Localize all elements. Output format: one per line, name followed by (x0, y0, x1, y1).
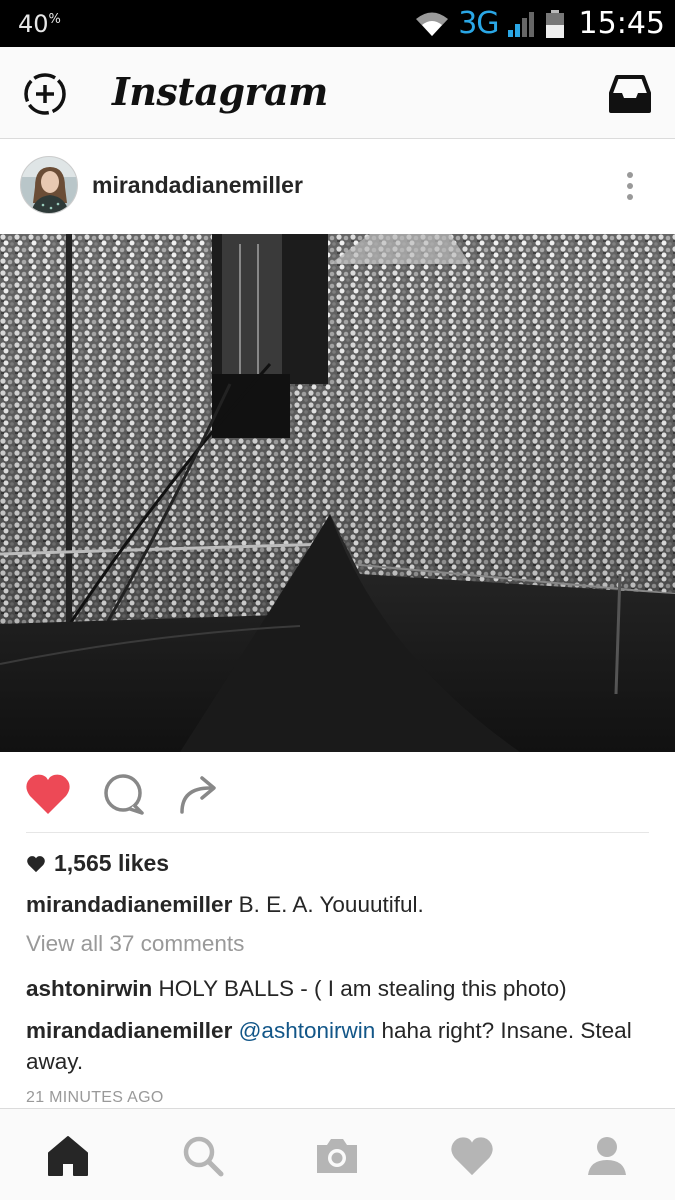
new-story-icon[interactable] (22, 71, 68, 117)
post-header: mirandadianemiller (0, 139, 675, 234)
post-actions (0, 752, 675, 832)
inbox-icon[interactable] (607, 71, 653, 117)
caption-username[interactable]: mirandadianemiller (26, 892, 232, 917)
instagram-logo: Instagram (112, 69, 328, 114)
comment-username[interactable]: ashtonirwin (26, 976, 152, 1001)
likes-label: 1,565 likes (54, 850, 170, 876)
avatar[interactable] (20, 156, 78, 214)
post-photo[interactable] (0, 234, 675, 752)
comment-mention[interactable]: @ashtonirwin (239, 1018, 376, 1043)
wifi-icon (416, 12, 449, 36)
more-options-icon[interactable] (617, 169, 643, 203)
search-icon[interactable] (180, 1133, 226, 1179)
comment-username[interactable]: mirandadianemiller (26, 1018, 232, 1043)
comment-item: mirandadianemiller @ashtonirwin haha rig… (26, 1015, 656, 1077)
caption-text: B. E. A. Youuutiful. (238, 892, 424, 917)
profile-icon[interactable] (584, 1133, 630, 1179)
comment-icon[interactable] (100, 772, 148, 816)
home-icon[interactable] (45, 1133, 91, 1179)
view-all-comments-link[interactable]: View all 37 comments (26, 931, 244, 957)
clock: 15:45 (578, 6, 665, 41)
comment-item: ashtonirwin HOLY BALLS - ( I am stealing… (26, 973, 656, 1004)
app-header: Instagram (0, 47, 675, 139)
like-heart-icon[interactable] (24, 772, 72, 816)
divider (26, 832, 649, 833)
likes-count[interactable]: 1,565 likes (26, 850, 169, 877)
battery-percentage: 40% (18, 10, 61, 38)
status-bar: 40% 3G 15:45 (0, 0, 675, 47)
caption: mirandadianemiller B. E. A. Youuutiful. (26, 890, 656, 920)
comment-text: HOLY BALLS - ( I am stealing this photo) (158, 976, 567, 1001)
signal-icon (507, 11, 534, 37)
small-heart-icon (27, 855, 45, 872)
battery-icon (545, 9, 564, 38)
post-username[interactable]: mirandadianemiller (92, 172, 303, 199)
heart-icon[interactable] (449, 1133, 495, 1179)
post-timestamp: 21 MINUTES AGO (26, 1089, 164, 1106)
bottom-nav (0, 1108, 675, 1200)
share-icon[interactable] (176, 772, 224, 816)
network-type: 3G (458, 6, 499, 41)
camera-icon[interactable] (314, 1133, 360, 1179)
